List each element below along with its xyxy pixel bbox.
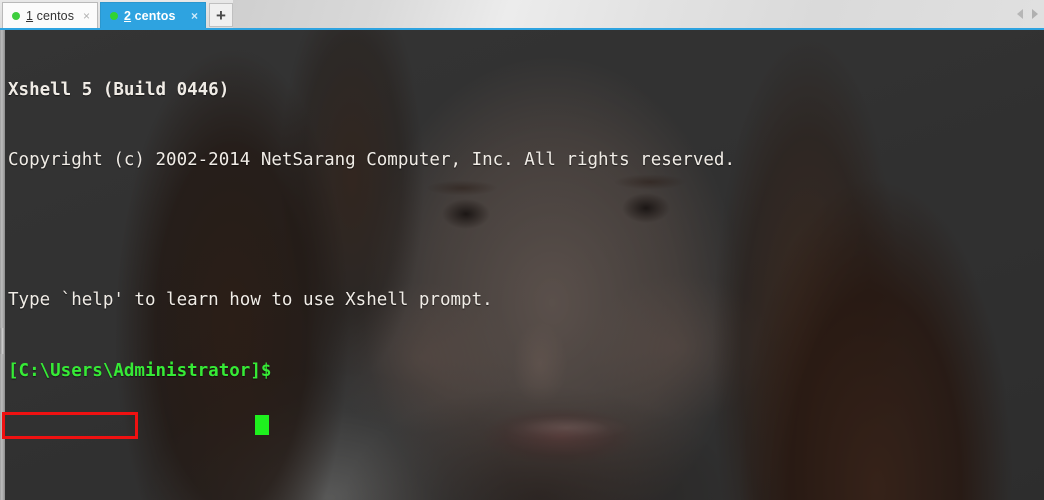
terminal-output[interactable]: Xshell 5 (Build 0446) Copyright (c) 2002… (0, 28, 1044, 500)
terminal-line: Copyright (c) 2002-2014 NetSarang Comput… (8, 150, 735, 171)
tab-name-1: centos (33, 8, 75, 23)
session-status-dot-icon (110, 11, 118, 20)
active-tab-underline (0, 28, 1044, 30)
terminal-line: Type `help' to learn how to use Xshell p… (8, 290, 493, 311)
terminal-line: Xshell 5 (Build 0446) (8, 79, 230, 100)
red-highlight-box (2, 412, 138, 439)
tab-label-1: 1 centos (26, 9, 80, 23)
session-status-dot-icon (12, 11, 20, 20)
block-cursor (255, 415, 269, 435)
tab-index-2: 2 (124, 8, 132, 23)
pane-splitter-grip[interactable] (0, 328, 5, 354)
tab-bar: 1 centos × 2 centos × + (0, 0, 1044, 28)
new-tab-button[interactable]: + (209, 3, 233, 27)
tab-name-2: centos (131, 8, 176, 23)
tab-index-1: 1 (26, 8, 34, 23)
terminal-line-local-prompt: [C:\Users\Administrator]$ (8, 360, 272, 381)
chevron-right-icon[interactable] (1032, 9, 1038, 19)
tab-scroll-controls (1017, 0, 1038, 28)
chevron-left-icon[interactable] (1017, 9, 1023, 19)
xshell-window: 1 centos × 2 centos × + Xshell 5 (Build … (0, 0, 1044, 500)
close-icon[interactable]: × (80, 10, 93, 22)
tab-label-2: 2 centos (124, 9, 188, 23)
close-icon[interactable]: × (188, 10, 201, 22)
tab-centos-2[interactable]: 2 centos × (100, 2, 206, 28)
tab-bar-background (233, 0, 1044, 28)
terminal-pane[interactable]: Xshell 5 (Build 0446) Copyright (c) 2002… (0, 28, 1044, 500)
tab-centos-1[interactable]: 1 centos × (2, 2, 98, 28)
